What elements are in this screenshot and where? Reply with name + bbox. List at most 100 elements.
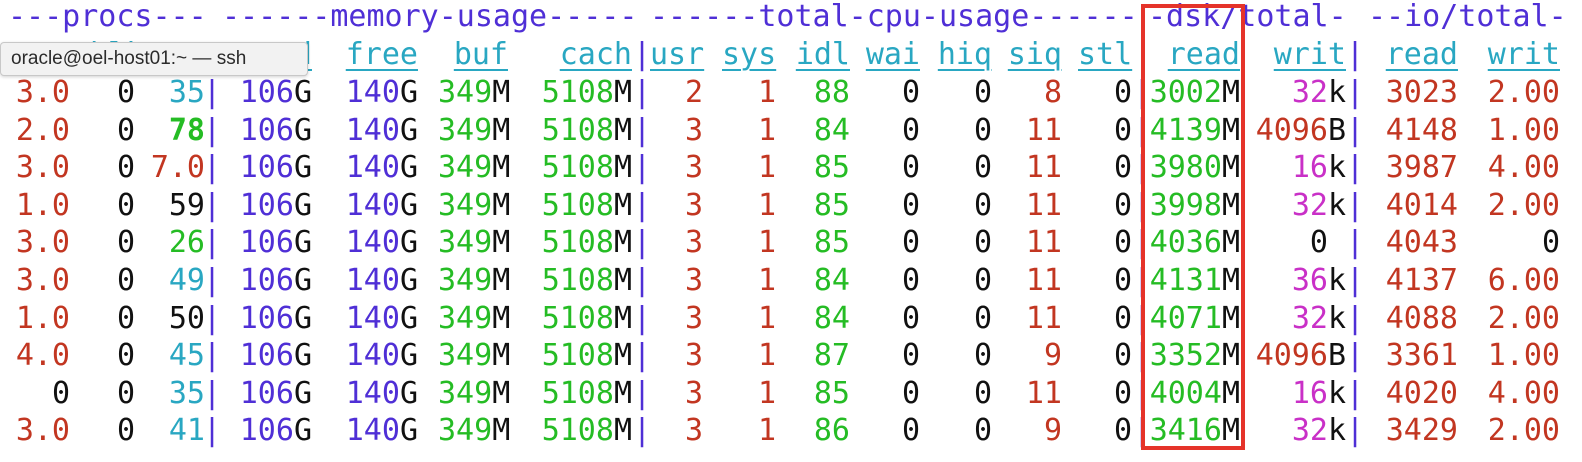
- cell-stl: 0: [1113, 375, 1132, 411]
- cell-buf: 349M: [438, 413, 511, 449]
- cell-buf: 349M: [438, 375, 511, 411]
- cell-usr: 3: [684, 112, 703, 148]
- cell-hiq: 0: [973, 375, 992, 411]
- cell-cach: 5108M: [541, 225, 632, 261]
- cell-hiq: 0: [973, 187, 992, 223]
- cell-idl: 87: [813, 338, 850, 374]
- column-separator: |: [633, 150, 652, 186]
- cell-dsk-writ: 32k: [1291, 75, 1346, 110]
- window-title-tooltip: oracle@oel-host01:~ — ssh: [0, 42, 308, 76]
- column-separator: |: [203, 338, 222, 374]
- cell-used: 106G: [239, 375, 312, 411]
- cell-cach: 5108M: [541, 413, 632, 449]
- cell-dsk-writ: 32k: [1291, 300, 1346, 336]
- column-header-siq: siq: [1007, 37, 1062, 72]
- group-header: ---procs---: [8, 0, 207, 34]
- cell-stl: 0: [1113, 413, 1132, 449]
- cell-wai: 0: [901, 300, 920, 336]
- cell-free: 140G: [345, 112, 418, 148]
- cell-sys: 1: [757, 263, 776, 298]
- cell-stl: 0: [1113, 338, 1132, 374]
- cell-idl: 84: [813, 112, 850, 148]
- cell-stl: 0: [1113, 300, 1132, 336]
- column-header-wai: wai: [865, 37, 920, 72]
- cell-new: 41: [168, 413, 205, 449]
- cell-hiq: 0: [973, 263, 992, 298]
- cell-wai: 0: [901, 225, 920, 261]
- cell-idl: 84: [813, 263, 850, 298]
- cell-wai: 0: [901, 150, 920, 186]
- cell-free: 140G: [345, 225, 418, 261]
- cell-siq: 11: [1025, 187, 1062, 223]
- cell-free: 140G: [345, 375, 418, 411]
- cell-blk: 0: [116, 187, 135, 223]
- cell-new: 49: [168, 263, 205, 298]
- cell-dsk-writ: 0: [1309, 225, 1328, 261]
- column-header-io-writ: writ: [1487, 37, 1560, 72]
- cell-usr: 3: [684, 300, 703, 336]
- cell-used: 106G: [239, 413, 312, 449]
- cell-run: 3.0: [15, 225, 70, 261]
- cell-buf: 349M: [438, 338, 511, 374]
- cell-used: 106G: [239, 225, 312, 261]
- cell-new: 7.0: [150, 150, 205, 186]
- column-header-usr: usr: [650, 37, 705, 72]
- cell-hiq: 0: [973, 300, 992, 336]
- cell-cach: 5108M: [541, 300, 632, 336]
- column-separator: |: [203, 300, 222, 336]
- cell-blk: 0: [116, 338, 135, 374]
- cell-run: 3.0: [15, 150, 70, 186]
- cell-usr: 2: [684, 75, 703, 110]
- cell-blk: 0: [116, 375, 135, 411]
- cell-hiq: 0: [973, 225, 992, 261]
- cell-io-read: 3987: [1385, 150, 1458, 186]
- cell-cach: 5108M: [541, 75, 632, 110]
- cell-idl: 85: [813, 225, 850, 261]
- cell-blk: 0: [116, 413, 135, 449]
- cell-cach: 5108M: [541, 375, 632, 411]
- cell-sys: 1: [757, 112, 776, 148]
- cell-blk: 0: [116, 225, 135, 261]
- cell-wai: 0: [901, 338, 920, 374]
- cell-io-writ: 6.00: [1487, 263, 1560, 298]
- cell-buf: 349M: [438, 300, 511, 336]
- cell-siq: 9: [1043, 338, 1062, 374]
- cell-siq: 11: [1025, 112, 1062, 148]
- cell-dsk-writ: 16k: [1291, 150, 1346, 186]
- cell-cach: 5108M: [541, 187, 632, 223]
- cell-free: 140G: [345, 187, 418, 223]
- cell-io-read: 3361: [1385, 338, 1458, 374]
- column-header-dsk-writ: writ: [1273, 37, 1346, 72]
- cell-idl: 85: [813, 187, 850, 223]
- cell-used: 106G: [239, 112, 312, 148]
- cell-usr: 3: [684, 150, 703, 186]
- cell-stl: 0: [1113, 150, 1132, 186]
- column-header-sys: sys: [722, 37, 777, 72]
- cell-io-read: 4043: [1385, 225, 1458, 261]
- cell-new: 59: [168, 187, 205, 223]
- column-separator: |: [203, 75, 222, 110]
- cell-sys: 1: [757, 150, 776, 186]
- cell-new: 78: [168, 112, 205, 148]
- cell-run: 4.0: [15, 338, 70, 374]
- cell-new: 26: [168, 225, 205, 261]
- cell-stl: 0: [1113, 112, 1132, 148]
- cell-sys: 1: [757, 338, 776, 374]
- cell-used: 106G: [239, 263, 312, 298]
- cell-usr: 3: [684, 338, 703, 374]
- cell-usr: 3: [684, 225, 703, 261]
- cell-cach: 5108M: [541, 150, 632, 186]
- cell-usr: 3: [684, 187, 703, 223]
- cell-wai: 0: [901, 263, 920, 298]
- cell-buf: 349M: [438, 112, 511, 148]
- cell-buf: 349M: [438, 75, 511, 110]
- cell-stl: 0: [1113, 75, 1132, 110]
- cell-blk: 0: [116, 300, 135, 336]
- cell-free: 140G: [345, 413, 418, 449]
- column-separator: |: [203, 187, 222, 223]
- cell-sys: 1: [757, 187, 776, 223]
- column-header-cach: cach: [559, 37, 632, 72]
- cell-new: 35: [168, 75, 205, 110]
- column-separator: |: [1346, 263, 1365, 298]
- cell-free: 140G: [345, 150, 418, 186]
